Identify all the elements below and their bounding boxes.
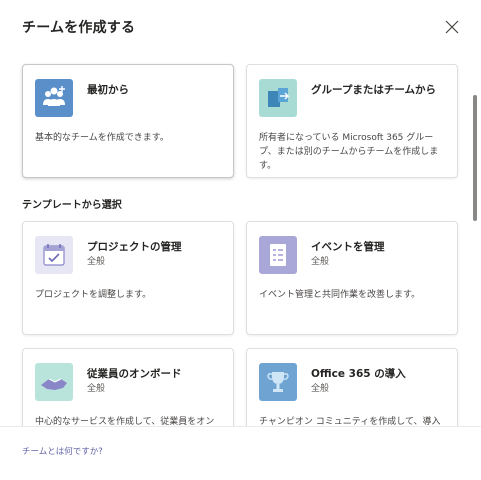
footer-divider	[0, 426, 481, 427]
card-category: 全般	[87, 257, 106, 267]
close-icon	[445, 20, 459, 34]
template-card-event[interactable]: イベントを管理 全般 イベント管理と共同作業を改善します。	[246, 221, 458, 335]
card-title: Office 365 の導入	[311, 368, 406, 380]
card-title: 従業員のオンボード	[87, 368, 182, 380]
templates-section-label: テンプレートから選択	[22, 200, 122, 211]
card-category: 全般	[87, 384, 106, 394]
card-title: プロジェクトの管理	[87, 241, 182, 253]
close-button[interactable]	[441, 16, 463, 38]
template-card-onboard[interactable]: 従業員のオンボード 全般 中心的なサービスを作成して、従業員をオンボード	[22, 348, 234, 426]
calendar-check-icon	[35, 236, 73, 274]
card-description: プロジェクトを調整します。	[35, 290, 152, 300]
card-title: 最初から	[87, 84, 129, 96]
trophy-icon	[259, 363, 297, 401]
card-title: イベントを管理	[311, 241, 385, 253]
card-description: イベント管理と共同作業を改善します。	[259, 290, 421, 300]
checklist-icon	[259, 236, 297, 274]
template-card-office365[interactable]: Office 365 の導入 全般 チャンピオン コミュニティを作成して、導入を…	[246, 348, 458, 426]
scroll-area[interactable]: 最初から 基本的なチームを作成できます。 グループまたはチームから 所有者になっ…	[0, 55, 481, 426]
card-category: 全般	[311, 384, 330, 394]
people-icon	[35, 79, 73, 117]
dialog-title: チームを作成する	[22, 20, 136, 36]
scrollbar[interactable]	[473, 95, 477, 221]
card-description: 所有者になっている Microsoft 365 グループ、または別のチームからチ…	[259, 133, 439, 171]
card-category: 全般	[311, 257, 330, 267]
card-description: 基本的なチームを作成できます。	[35, 133, 169, 143]
template-card-project[interactable]: プロジェクトの管理 全般 プロジェクトを調整します。	[22, 221, 234, 335]
create-from-group-card[interactable]: グループまたはチームから 所有者になっている Microsoft 365 グルー…	[246, 64, 458, 178]
handshake-icon	[35, 363, 73, 401]
card-description: 中心的なサービスを作成して、従業員をオンボード	[35, 417, 215, 426]
group-arrow-icon	[259, 79, 297, 117]
card-description: チャンピオン コミュニティを作成して、導入を推進し	[259, 417, 441, 426]
card-title: グループまたはチームから	[311, 84, 437, 96]
create-from-scratch-card[interactable]: 最初から 基本的なチームを作成できます。	[22, 64, 234, 178]
what-is-team-link[interactable]: チームとは何ですか?	[22, 445, 103, 457]
